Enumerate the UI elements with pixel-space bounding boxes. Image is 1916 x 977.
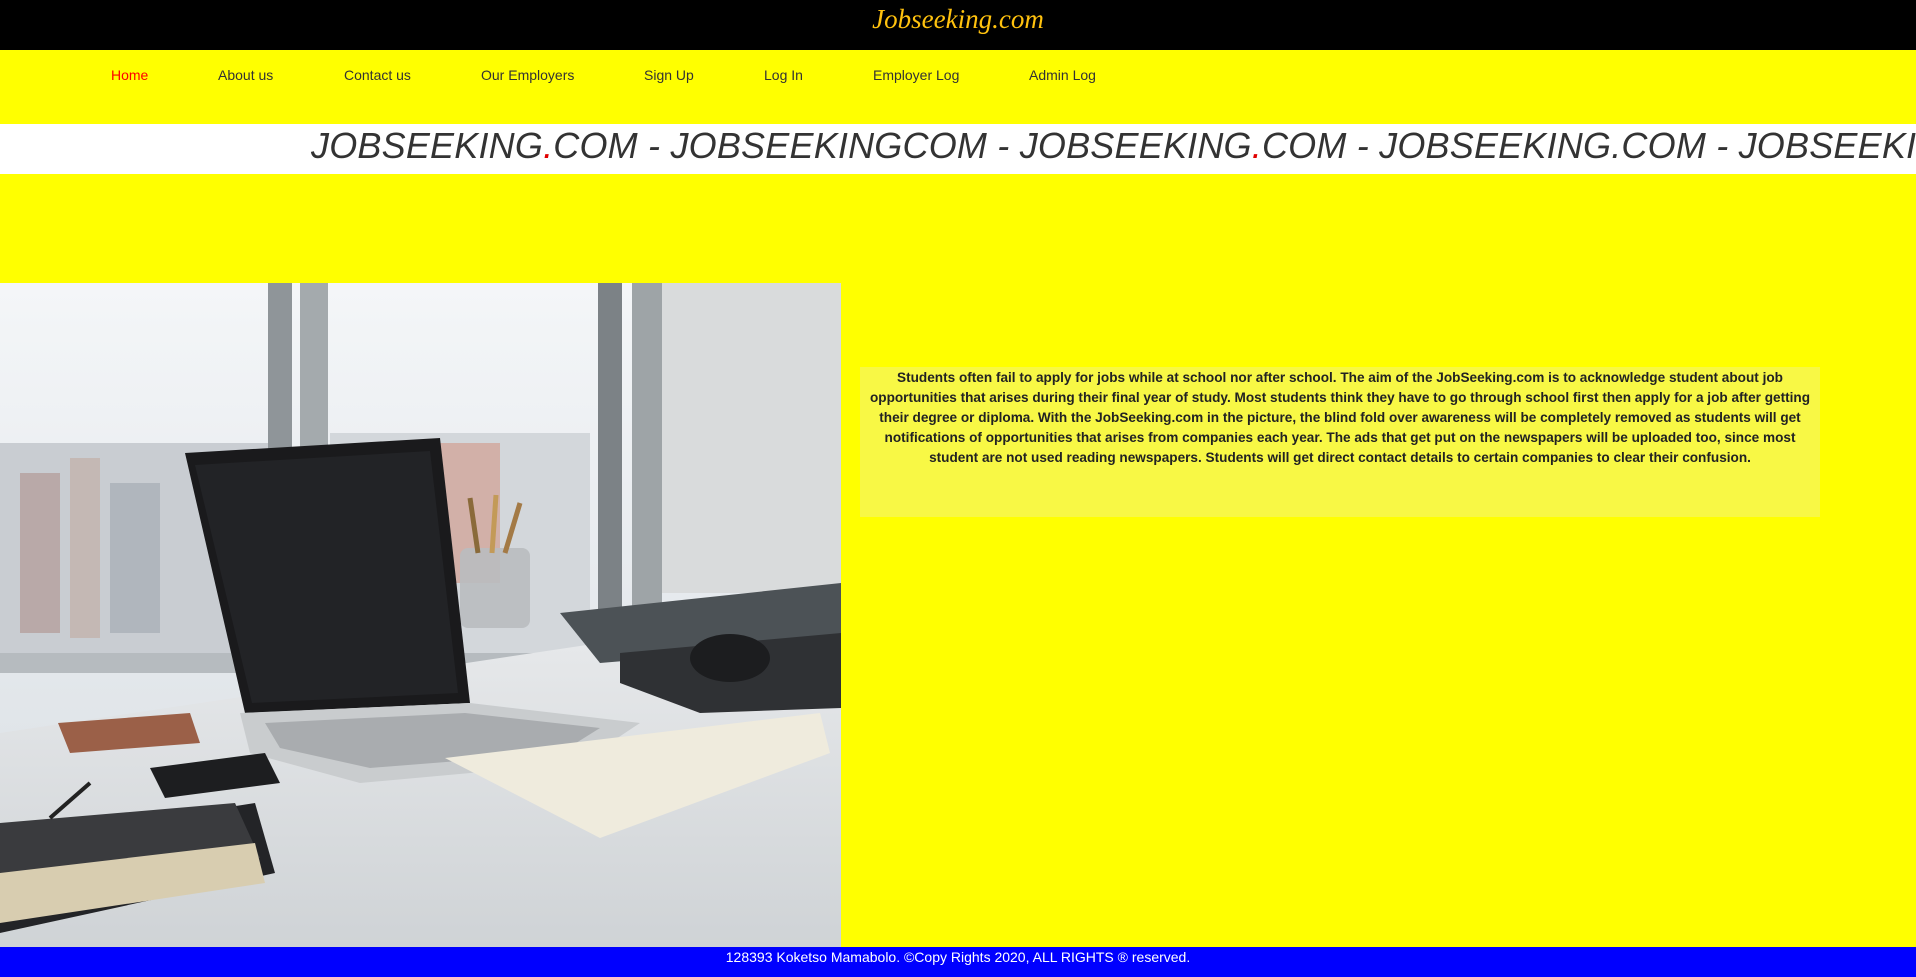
marquee-text: JOBSEEKING.COM - JOBSEEKINGCOM - JOBSEEK… [311, 125, 1916, 166]
nav-home[interactable]: Home [111, 67, 148, 83]
about-paragraph: Students often fail to apply for jobs wh… [869, 370, 1811, 465]
nav-contact-us[interactable]: Contact us [344, 67, 411, 83]
about-text-box: Students often fail to apply for jobs wh… [860, 367, 1820, 517]
nav-about-us[interactable]: About us [218, 67, 273, 83]
nav-log-in[interactable]: Log In [764, 67, 803, 83]
footer: 128393 Koketso Mamabolo. ©Copy Rights 20… [0, 947, 1916, 977]
copyright-text: 128393 Koketso Mamabolo. ©Copy Rights 20… [725, 949, 1191, 965]
top-header: Jobseeking.com [0, 0, 1916, 50]
nav-admin-log[interactable]: Admin Log [1029, 67, 1096, 83]
site-brand[interactable]: Jobseeking.com [0, 4, 1916, 35]
nav-employer-log[interactable]: Employer Log [873, 67, 959, 83]
scrolling-marquee: JOBSEEKING.COM - JOBSEEKINGCOM - JOBSEEK… [0, 124, 1916, 174]
nav-sign-up[interactable]: Sign Up [644, 67, 694, 83]
nav-our-employers[interactable]: Our Employers [481, 67, 574, 83]
main-nav: Home About us Contact us Our Employers S… [0, 50, 1916, 124]
laptop-desk-photo [0, 283, 841, 947]
